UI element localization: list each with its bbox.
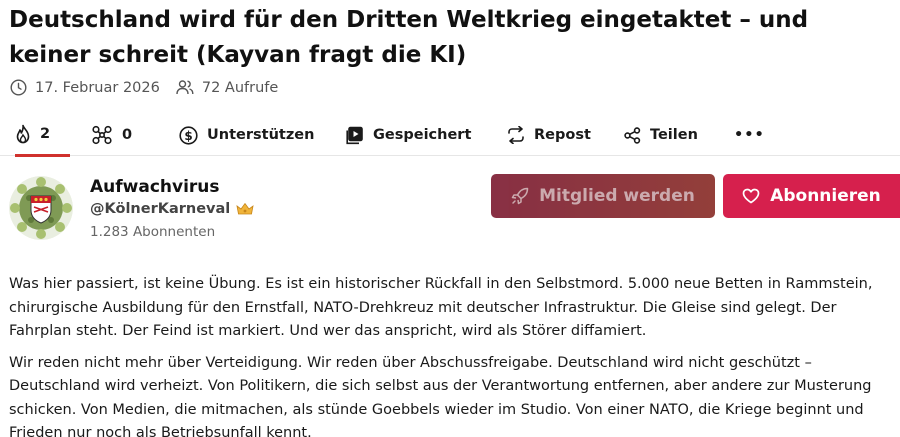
svg-text:$: $ [184,129,192,143]
avatar-image [9,176,73,240]
repost-button[interactable]: Repost [507,114,591,156]
support-label: Unterstützen [207,127,315,143]
publish-date: 17. Februar 2026 [35,79,160,96]
author-handle-row: @KölnerKarneval [90,201,254,217]
paragraph-2: Wir reden nicht mehr über Verteidigung. … [9,354,872,437]
action-bar: 2 0 $ Unterstützen Gespeichert Repost Te… [0,114,900,157]
bookmark-play-icon [346,126,363,144]
users-icon [176,80,194,95]
share-icon [624,126,641,144]
author-avatar[interactable] [9,176,73,240]
dollar-circle-icon: $ [179,125,198,145]
author-name[interactable]: Aufwachvirus [90,177,220,197]
saved-button[interactable]: Gespeichert [346,114,471,156]
view-count: 72 Aufrufe [201,79,279,96]
repost-label: Repost [534,127,591,143]
heart-icon [742,188,760,204]
become-member-button[interactable]: Mitglied werden [491,174,715,218]
article-body: Was hier passiert, ist keine Übung. Es i… [9,273,894,437]
like-count: 2 [40,126,51,142]
paragraph-1: Was hier passiert, ist keine Übung. Es i… [9,276,873,339]
support-button[interactable]: $ Unterstützen [179,114,314,156]
article-meta: 17. Februar 2026 72 Aufrufe [10,79,294,96]
date-item: 17. Februar 2026 [10,79,160,96]
become-member-label: Mitglied werden [539,186,695,206]
network-icon [92,125,112,145]
share-label: Teilen [650,127,698,143]
saved-label: Gespeichert [373,127,472,143]
share-button[interactable]: Teilen [624,114,698,156]
crown-badge-icon [236,202,254,215]
repost-icon [508,126,524,144]
subscribe-button[interactable]: Abonnieren [723,174,900,218]
share-count-button[interactable]: 0 [91,114,132,156]
flame-icon [16,124,30,144]
like-button[interactable]: 2 [15,114,70,157]
subscribe-label: Abonnieren [770,186,881,206]
author-handle[interactable]: @KölnerKarneval [90,201,230,217]
rocket-icon [511,187,529,205]
subscriber-count: 1.283 Abonnenten [90,224,216,240]
more-dots: ••• [734,127,765,143]
share-count: 0 [122,127,133,143]
more-options-button[interactable]: ••• [734,114,765,156]
article-title: Deutschland wird für den Dritten Weltkri… [9,7,809,68]
views-item: 72 Aufrufe [176,79,278,96]
clock-icon [10,79,27,96]
